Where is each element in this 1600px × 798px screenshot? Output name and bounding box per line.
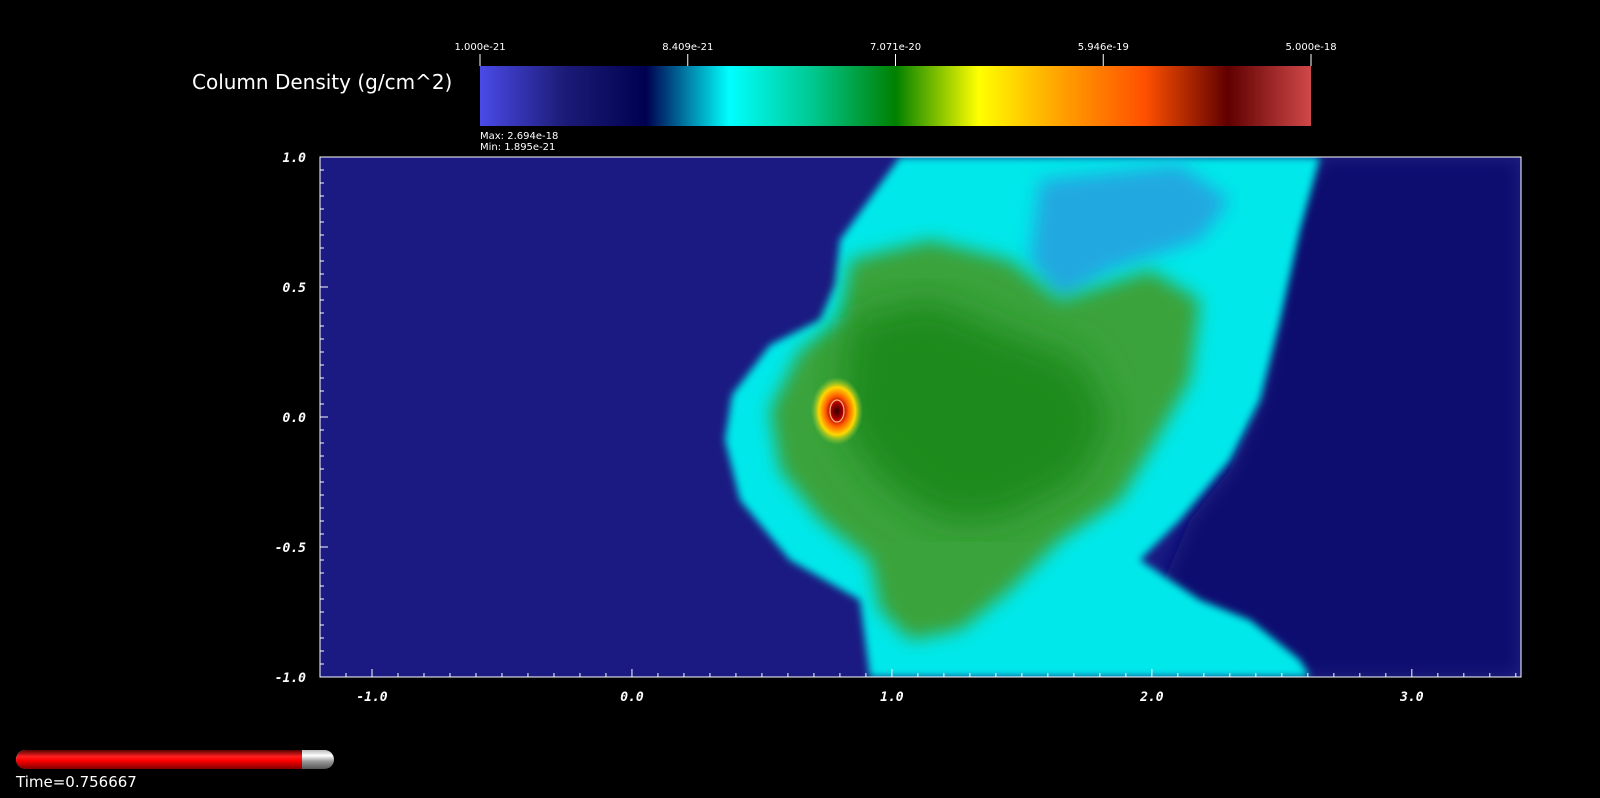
colorbar-tick-label: 5.946e-19: [1078, 42, 1129, 53]
x-tick-label: 0.0: [620, 690, 644, 705]
colorbar-tick-label: 7.071e-20: [870, 42, 921, 53]
y-tick-label: 0.0: [283, 411, 307, 426]
time-progress-bar: [16, 750, 334, 769]
x-tick-label: 3.0: [1399, 690, 1424, 705]
colorbar-title: Column Density (g/cm^2): [192, 70, 453, 94]
plot-area: -1.0 0.0 1.0 2.0 3.0 1.0 0.5 0.0 -0.5 -1.0: [275, 151, 1522, 705]
colorbar-tick-label: 1.000e-21: [454, 42, 505, 53]
dense-clump: [811, 377, 863, 445]
colorbar-tick-label: 8.409e-21: [662, 42, 713, 53]
y-tick-label: -1.0: [275, 671, 306, 686]
y-tick-label: 1.0: [283, 151, 307, 166]
colorbar-ticks: 1.000e-21 8.409e-21 7.071e-20 5.946e-19 5.00…: [454, 42, 1337, 66]
heatmap-image: [320, 157, 1521, 677]
colorbar: 1.000e-21 8.409e-21 7.071e-20 5.946e-19 5.00…: [454, 42, 1336, 153]
colorbar-min-label: Min: 1.895e-21: [480, 142, 555, 153]
time-label: Time=0.756667: [16, 773, 137, 791]
visualization: 1.000e-21 8.409e-21 7.071e-20 5.946e-19 5.00…: [275, 42, 1522, 705]
colorbar-tick-label: 5.000e-18: [1285, 42, 1336, 53]
y-tick-label: 0.5: [283, 281, 307, 296]
x-tick-label: 1.0: [880, 690, 904, 705]
y-tick-label: -0.5: [275, 541, 306, 556]
time-progress-fill: [16, 750, 303, 769]
colorbar-bar: [480, 66, 1311, 126]
colorbar-max-label: Max: 2.694e-18: [480, 131, 558, 142]
x-tick-label: -1.0: [356, 690, 387, 705]
x-tick-label: 2.0: [1139, 690, 1164, 705]
